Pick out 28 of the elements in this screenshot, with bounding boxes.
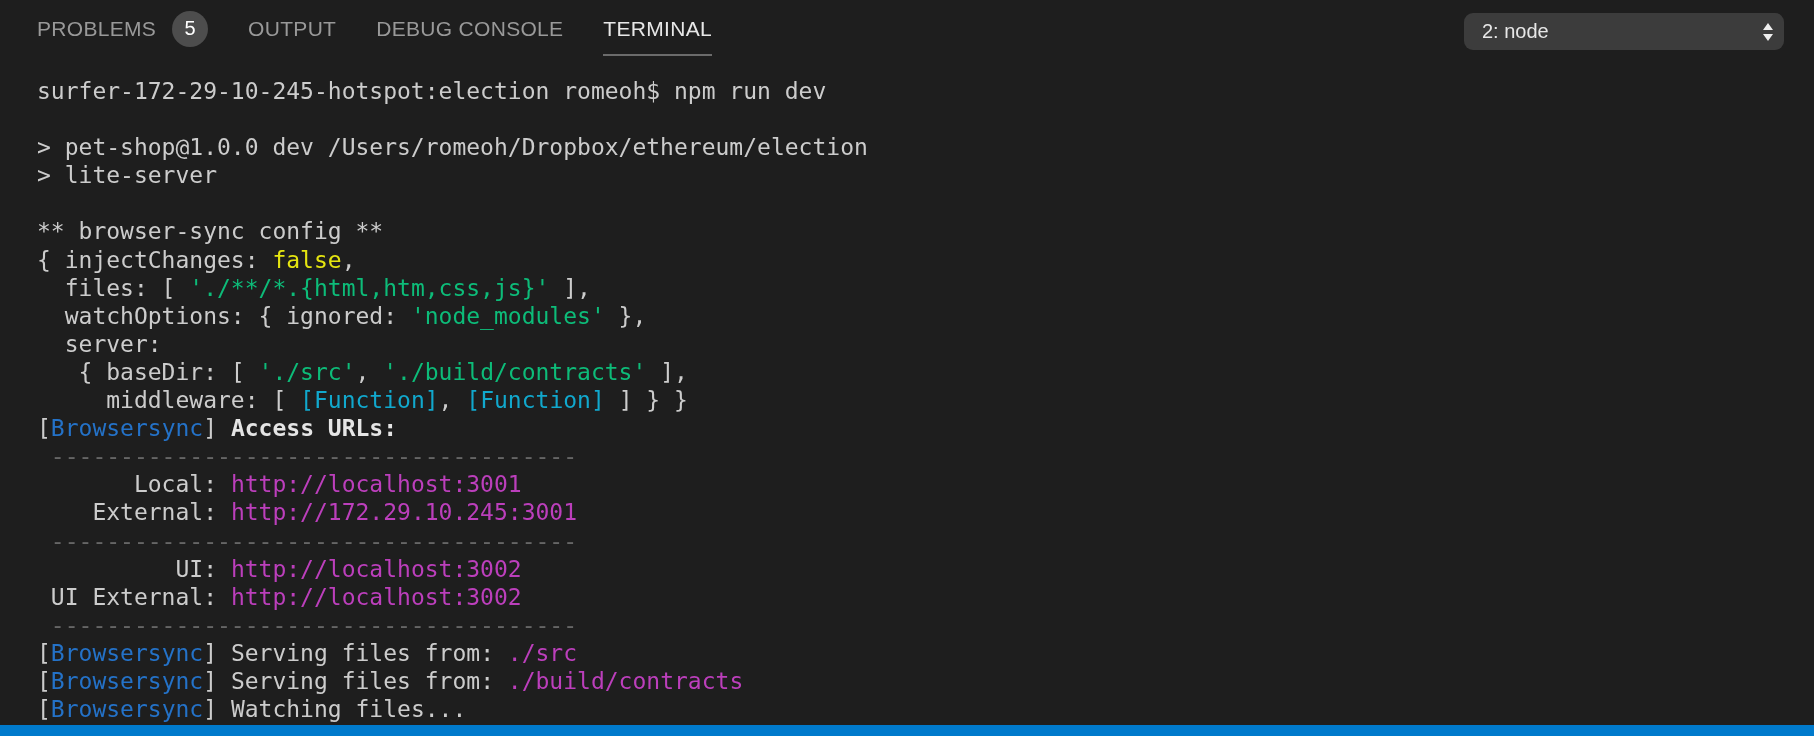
terminal-line: Local: http://localhost:3001 bbox=[132, 470, 522, 499]
terminal-line: surfer-172-29-10-245-hotspot:election romeoh$ npm run dev bbox=[37, 77, 827, 106]
up-down-arrows-icon bbox=[1762, 21, 1774, 42]
terminal-line: -------------------------------------- bbox=[49, 610, 578, 639]
terminal-line: [Browsersync] Serving files from: ./src bbox=[37, 638, 578, 667]
terminal-line: watchOptions: { ignored: 'node_modules' }, bbox=[63, 301, 647, 330]
terminal-line: ** browser-sync config ** bbox=[37, 217, 384, 246]
terminal-line: middleware: [ [Function], [Function] ] } } bbox=[105, 386, 688, 415]
panel-tab[interactable]: DEBUG CONSOLE bbox=[376, 0, 564, 56]
terminal-line: [Browsersync] Access URLs: bbox=[37, 414, 398, 443]
terminal-line: files: [ './**/*.{html,htm,css,js}' ], bbox=[63, 273, 591, 302]
terminal-select[interactable]: 2: node bbox=[1464, 13, 1784, 50]
panel-tab[interactable]: PROBLEMS 5 bbox=[37, 0, 209, 56]
terminal-line: server: bbox=[63, 329, 162, 358]
panel-tab[interactable]: OUTPUT bbox=[248, 0, 337, 56]
terminal-line: { baseDir: [ './src', './build/contracts' ], bbox=[77, 357, 688, 387]
terminal-line: External: http://172.29.10.245:3001 bbox=[91, 498, 578, 527]
terminal-line: [Browsersync] Watching files... bbox=[37, 695, 467, 724]
terminal-line: { injectChanges: false, bbox=[37, 245, 356, 274]
terminal-line: UI External: http://localhost:3002 bbox=[49, 582, 522, 611]
terminal-line: -------------------------------------- bbox=[49, 442, 578, 471]
terminal-line: > lite-server bbox=[37, 161, 217, 190]
terminal-line: -------------------------------------- bbox=[49, 526, 578, 555]
terminal-line: UI: http://localhost:3002 bbox=[174, 554, 522, 583]
panel-tab[interactable]: TERMINAL bbox=[603, 0, 712, 56]
terminal-line: [Browsersync] Serving files from: ./build/contracts bbox=[37, 666, 744, 696]
count-badge: 5 bbox=[172, 10, 209, 47]
terminal-line: > pet-shop@1.0.0 dev /Users/romeoh/Dropbox/ethereum/election bbox=[37, 133, 868, 162]
